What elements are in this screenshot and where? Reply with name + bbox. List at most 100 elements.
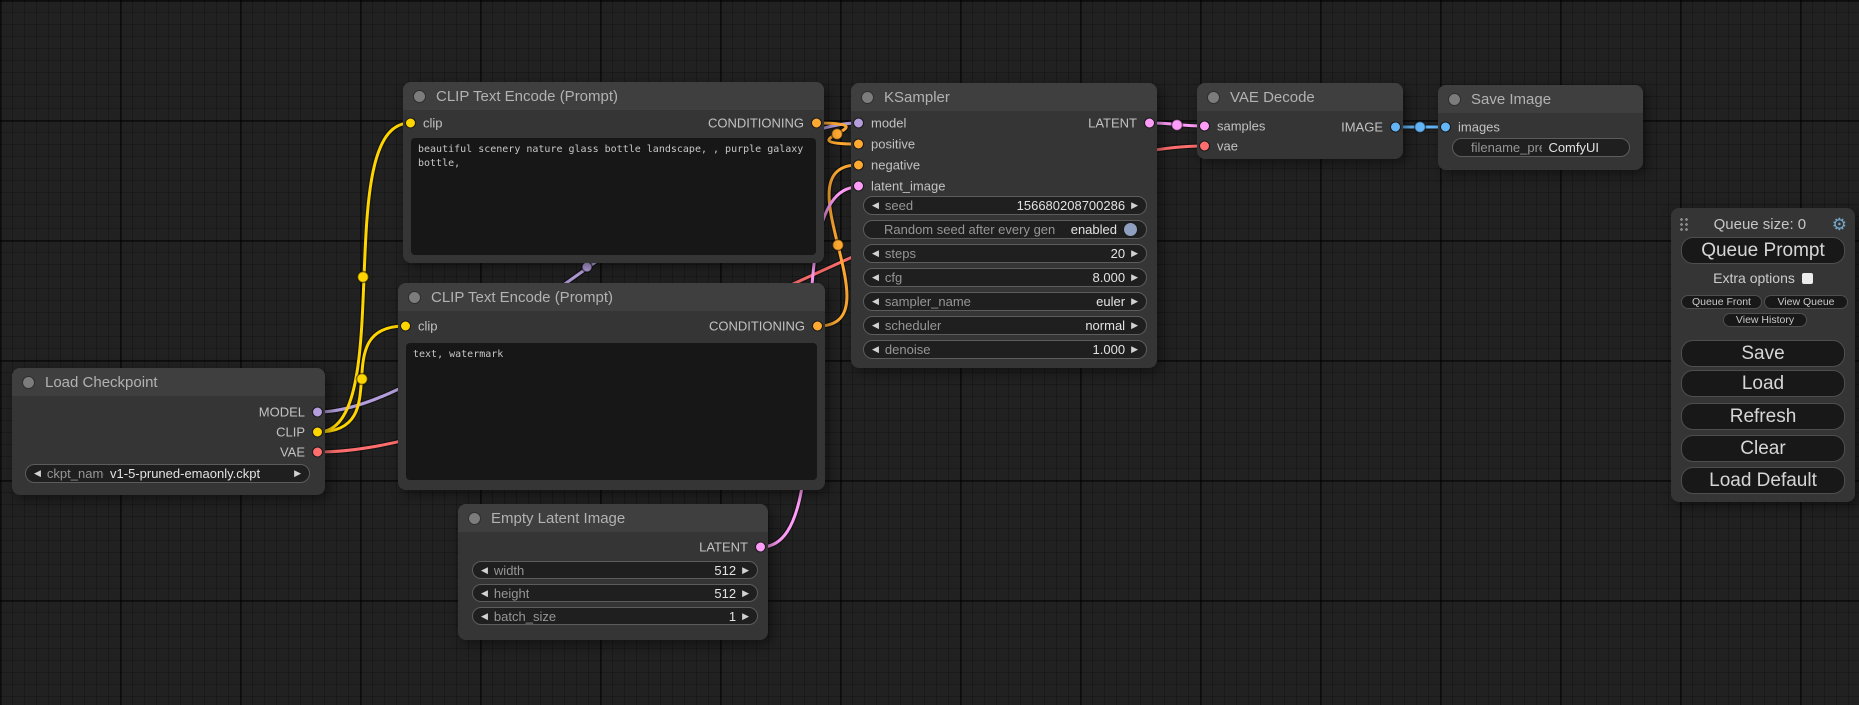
settings-gear-icon[interactable]: ⚙: [1832, 216, 1847, 233]
load-default-button[interactable]: Load Default: [1681, 467, 1845, 494]
output-conditioning[interactable]: CONDITIONING: [709, 319, 823, 334]
next-value-icon[interactable]: ▶: [742, 589, 749, 598]
latent-port-icon[interactable]: [755, 542, 766, 553]
node-title-bar[interactable]: KSampler: [851, 83, 1157, 111]
collapse-dot-icon[interactable]: [22, 376, 35, 389]
prompt-textarea[interactable]: text, watermark: [406, 343, 817, 480]
refresh-button[interactable]: Refresh: [1681, 403, 1845, 430]
output-latent[interactable]: LATENT: [1088, 116, 1155, 131]
prev-value-icon[interactable]: ◀: [481, 589, 488, 598]
image-port-icon[interactable]: [1390, 122, 1401, 133]
widget-filename-prefix[interactable]: filename_prefix ComfyUI: [1452, 138, 1630, 157]
widget-steps[interactable]: ◀ steps 20 ▶: [863, 244, 1147, 263]
wire-midpoint-dot[interactable]: [357, 374, 368, 385]
output-conditioning[interactable]: CONDITIONING: [708, 116, 822, 131]
node-ksampler[interactable]: KSampler model positive negative latent_…: [851, 83, 1157, 368]
load-button[interactable]: Load: [1681, 370, 1845, 397]
input-images[interactable]: images: [1440, 120, 1500, 135]
node-title-bar[interactable]: VAE Decode: [1197, 83, 1403, 111]
output-vae[interactable]: VAE: [280, 445, 323, 460]
collapse-dot-icon[interactable]: [861, 91, 874, 104]
model-port-icon[interactable]: [312, 407, 323, 418]
queue-front-button[interactable]: Queue Front: [1681, 295, 1762, 309]
next-value-icon[interactable]: ▶: [294, 469, 301, 478]
collapse-dot-icon[interactable]: [1448, 93, 1461, 106]
next-value-icon[interactable]: ▶: [742, 612, 749, 621]
widget-cfg[interactable]: ◀ cfg 8.000 ▶: [863, 268, 1147, 287]
collapse-dot-icon[interactable]: [413, 90, 426, 103]
prev-value-icon[interactable]: ◀: [34, 469, 41, 478]
widget-batch-size[interactable]: ◀ batch_size 1 ▶: [472, 607, 758, 625]
conditioning-port-icon[interactable]: [853, 160, 864, 171]
widget-seed[interactable]: ◀ seed 156680208700286 ▶: [863, 196, 1147, 215]
queue-prompt-button[interactable]: Queue Prompt: [1681, 237, 1845, 264]
next-value-icon[interactable]: ▶: [1131, 297, 1138, 306]
vae-port-icon[interactable]: [312, 447, 323, 458]
widget-denoise[interactable]: ◀ denoise 1.000 ▶: [863, 340, 1147, 359]
image-port-icon[interactable]: [1440, 122, 1451, 133]
prev-value-icon[interactable]: ◀: [872, 321, 879, 330]
prev-value-icon[interactable]: ◀: [872, 345, 879, 354]
input-vae[interactable]: vae: [1199, 139, 1238, 154]
extra-options-checkbox[interactable]: [1802, 273, 1813, 284]
prev-value-icon[interactable]: ◀: [872, 297, 879, 306]
widget-scheduler[interactable]: ◀ scheduler normal ▶: [863, 316, 1147, 335]
wire-midpoint-dot[interactable]: [1172, 120, 1183, 131]
next-value-icon[interactable]: ▶: [1131, 273, 1138, 282]
collapse-dot-icon[interactable]: [468, 512, 481, 525]
node-load-checkpoint[interactable]: Load Checkpoint MODEL CLIP VAE ◀ ckpt_na…: [12, 368, 325, 495]
wire-midpoint-dot[interactable]: [358, 272, 369, 283]
output-model[interactable]: MODEL: [259, 405, 323, 420]
prev-value-icon[interactable]: ◀: [481, 566, 488, 575]
node-title-bar[interactable]: Empty Latent Image: [458, 504, 768, 532]
clip-port-icon[interactable]: [400, 321, 411, 332]
prev-value-icon[interactable]: ◀: [872, 201, 879, 210]
toggle-enabled-icon[interactable]: [1123, 222, 1138, 237]
latent-port-icon[interactable]: [853, 181, 864, 192]
wire-midpoint-dot[interactable]: [832, 129, 843, 140]
view-queue-button[interactable]: View Queue: [1764, 295, 1848, 309]
output-image[interactable]: IMAGE: [1341, 120, 1401, 135]
input-samples[interactable]: samples: [1199, 119, 1265, 134]
wire-midpoint-dot[interactable]: [1415, 122, 1426, 133]
save-button[interactable]: Save: [1681, 340, 1845, 367]
next-value-icon[interactable]: ▶: [1131, 321, 1138, 330]
prev-value-icon[interactable]: ◀: [872, 273, 879, 282]
node-title-bar[interactable]: CLIP Text Encode (Prompt): [403, 82, 824, 110]
next-value-icon[interactable]: ▶: [742, 566, 749, 575]
node-title-bar[interactable]: CLIP Text Encode (Prompt): [398, 283, 825, 311]
widget-random-seed-toggle[interactable]: Random seed after every gen enabled: [863, 220, 1147, 239]
input-latent-image[interactable]: latent_image: [853, 179, 945, 194]
input-positive[interactable]: positive: [853, 137, 915, 152]
widget-ckpt-name[interactable]: ◀ ckpt_name v1-5-pruned-emaonly.ckpt ▶: [25, 464, 310, 483]
model-port-icon[interactable]: [853, 118, 864, 129]
widget-width[interactable]: ◀ width 512 ▶: [472, 561, 758, 579]
conditioning-port-icon[interactable]: [811, 118, 822, 129]
conditioning-port-icon[interactable]: [853, 139, 864, 150]
input-clip[interactable]: clip: [400, 319, 438, 334]
node-clip-text-encode-positive[interactable]: CLIP Text Encode (Prompt) clip CONDITION…: [403, 82, 824, 263]
output-clip[interactable]: CLIP: [276, 425, 323, 440]
collapse-dot-icon[interactable]: [408, 291, 421, 304]
drag-handle-icon[interactable]: [1679, 217, 1688, 232]
latent-port-icon[interactable]: [1199, 121, 1210, 132]
input-negative[interactable]: negative: [853, 158, 920, 173]
vae-port-icon[interactable]: [1199, 141, 1210, 152]
prev-value-icon[interactable]: ◀: [481, 612, 488, 621]
wire-midpoint-dot[interactable]: [582, 262, 592, 272]
next-value-icon[interactable]: ▶: [1131, 249, 1138, 258]
node-save-image[interactable]: Save Image images filename_prefix ComfyU…: [1438, 85, 1643, 170]
view-history-button[interactable]: View History: [1723, 313, 1807, 327]
next-value-icon[interactable]: ▶: [1131, 201, 1138, 210]
conditioning-port-icon[interactable]: [812, 321, 823, 332]
collapse-dot-icon[interactable]: [1207, 91, 1220, 104]
clip-port-icon[interactable]: [312, 427, 323, 438]
input-clip[interactable]: clip: [405, 116, 443, 131]
next-value-icon[interactable]: ▶: [1131, 345, 1138, 354]
prompt-textarea[interactable]: beautiful scenery nature glass bottle la…: [411, 138, 816, 255]
node-title-bar[interactable]: Load Checkpoint: [12, 368, 325, 396]
widget-height[interactable]: ◀ height 512 ▶: [472, 584, 758, 602]
clear-button[interactable]: Clear: [1681, 435, 1845, 462]
clip-port-icon[interactable]: [405, 118, 416, 129]
output-latent[interactable]: LATENT: [699, 540, 766, 555]
